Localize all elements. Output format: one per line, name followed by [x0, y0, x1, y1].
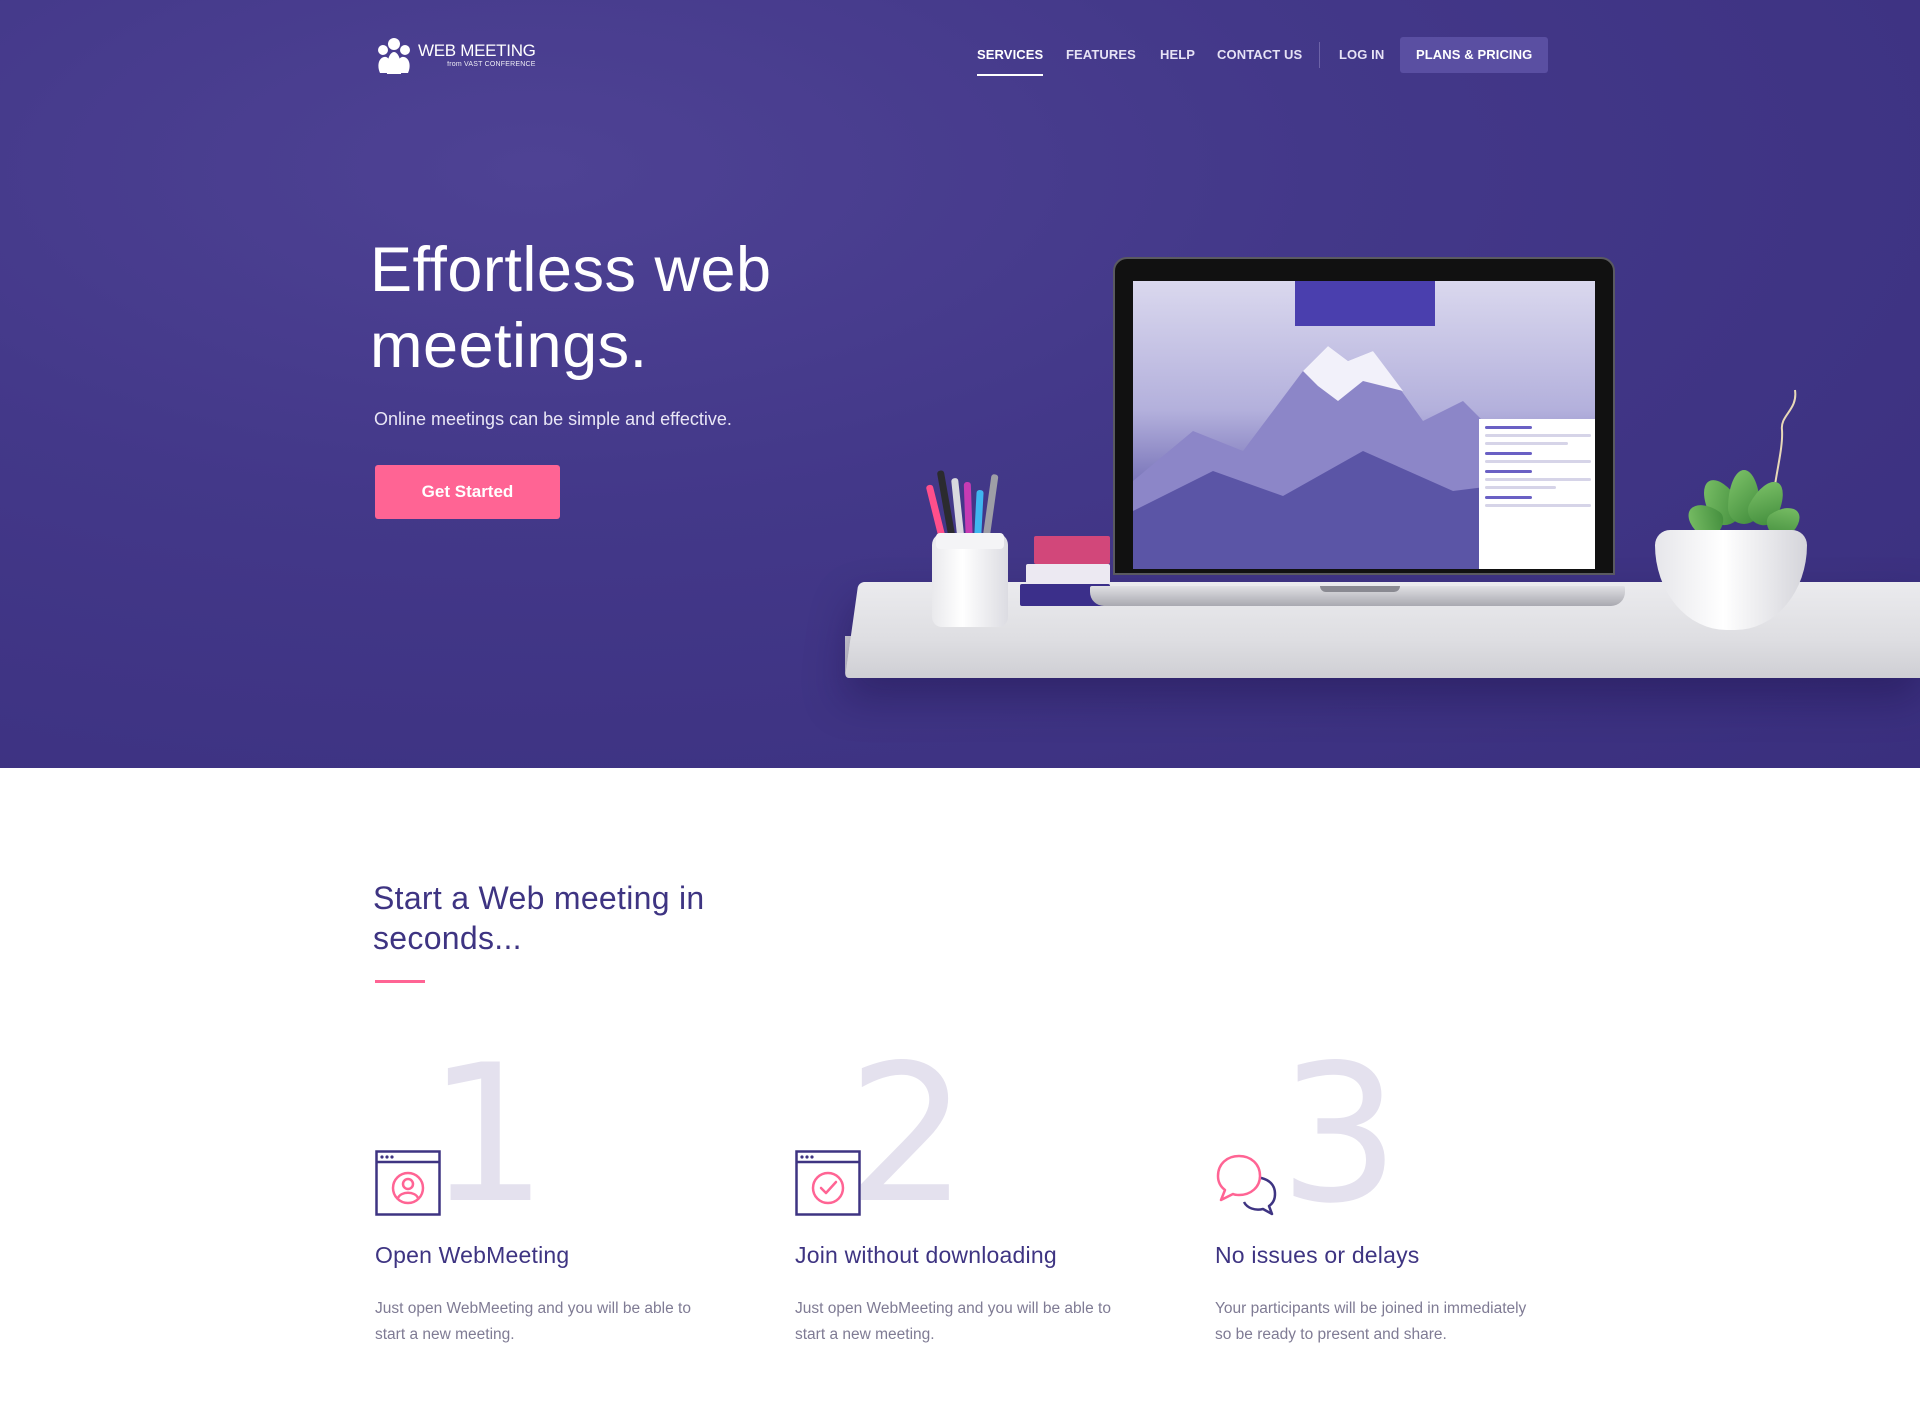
step-title: Join without downloading	[795, 1242, 1057, 1268]
browser-user-icon	[375, 1150, 441, 1216]
get-started-button[interactable]: Get Started	[375, 465, 560, 519]
hero-title: Effortless web meetings.	[370, 235, 772, 381]
hero-subtitle: Online meetings can be simple and effect…	[374, 409, 732, 429]
main-nav: SERVICES FEATURES HELP CONTACT US LOG IN…	[0, 37, 1920, 76]
plant-stem	[1774, 389, 1797, 485]
nav-help[interactable]: HELP	[1160, 37, 1195, 73]
browser-check-icon	[795, 1150, 861, 1216]
chat-panel-preview	[1479, 419, 1595, 569]
step-card: 1 Open WebMeeting Just open WebMeeting a…	[375, 1024, 735, 1390]
step-number: 1	[427, 1024, 548, 1245]
step-description: Just open WebMeeting and you will be abl…	[375, 1300, 691, 1343]
step-title: Open WebMeeting	[375, 1242, 570, 1268]
nav-contact-us[interactable]: CONTACT US	[1217, 37, 1302, 73]
laptop-notch	[1320, 586, 1400, 592]
section-divider	[375, 980, 425, 983]
hero-section: WEB MEETING from VAST CONFERENCE SERVICE…	[0, 0, 1920, 768]
nav-services[interactable]: SERVICES	[977, 37, 1044, 76]
meeting-toolbar-preview	[1295, 281, 1435, 326]
pen-holder-rim	[936, 533, 1004, 549]
app-screenshot	[1133, 281, 1595, 569]
step-card: 2 Join without downloading Just open Web…	[795, 1024, 1155, 1390]
plans-pricing-button[interactable]: PLANS & PRICING	[1400, 37, 1549, 73]
chat-bubbles-icon	[1216, 1154, 1277, 1216]
book-white	[1026, 564, 1110, 584]
step-number: 3	[1279, 1024, 1400, 1245]
nav-log-in[interactable]: LOG IN	[1339, 37, 1384, 73]
nav-features[interactable]: FEATURES	[1066, 37, 1136, 73]
step-number: 2	[847, 1024, 968, 1245]
step-title: No issues or delays	[1215, 1242, 1420, 1268]
step-description: Just open WebMeeting and you will be abl…	[795, 1300, 1111, 1343]
step-card: 3 No issues or delays Your participants …	[1215, 1024, 1575, 1390]
step-description: Your participants will be joined in imme…	[1215, 1300, 1527, 1343]
nav-divider	[1319, 42, 1320, 68]
book-pink	[1034, 536, 1110, 564]
laptop-screen	[1113, 257, 1615, 575]
section-title: Start a Web meeting in seconds...	[373, 880, 705, 956]
